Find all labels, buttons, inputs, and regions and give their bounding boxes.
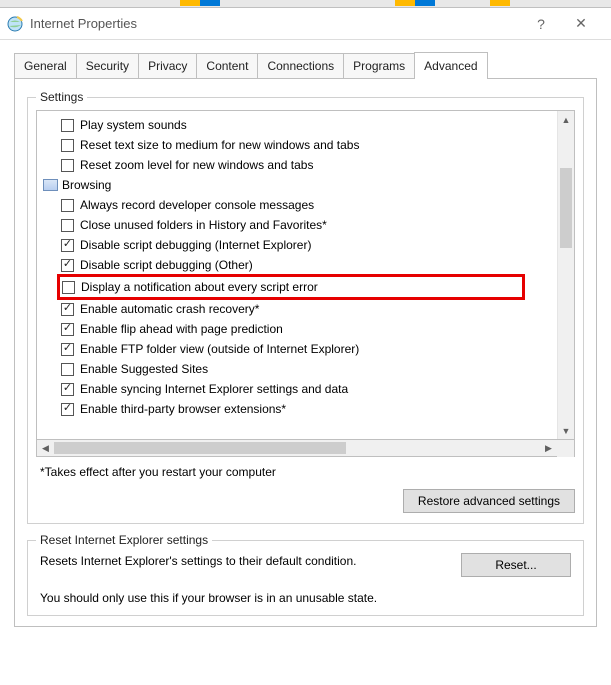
checkbox[interactable] <box>61 343 74 356</box>
window-title: Internet Properties <box>30 16 521 31</box>
reset-description: Resets Internet Explorer's settings to t… <box>40 553 441 569</box>
tab-advanced[interactable]: Advanced <box>414 52 487 79</box>
close-button[interactable]: ✕ <box>561 8 601 40</box>
restart-note: *Takes effect after you restart your com… <box>40 465 575 479</box>
checkbox[interactable] <box>61 159 74 172</box>
scroll-thumb[interactable] <box>54 442 346 454</box>
reset-group: Reset Internet Explorer settings Resets … <box>27 540 584 616</box>
tab-strip: General Security Privacy Content Connect… <box>14 52 597 79</box>
setting-category: Browsing <box>43 175 555 195</box>
setting-item[interactable]: Play system sounds <box>43 115 555 135</box>
scroll-corner <box>557 440 574 457</box>
tab-general[interactable]: General <box>14 53 77 78</box>
setting-item[interactable]: Reset text size to medium for new window… <box>43 135 555 155</box>
tab-connections[interactable]: Connections <box>257 53 344 78</box>
settings-group: Settings Play system sounds Reset text s… <box>27 97 584 524</box>
setting-item[interactable]: Enable automatic crash recovery* <box>43 299 555 319</box>
checkbox[interactable] <box>62 281 75 294</box>
setting-item[interactable]: Disable script debugging (Other) <box>43 255 555 275</box>
horizontal-scrollbar[interactable]: ◀ ▶ <box>36 440 575 457</box>
checkbox[interactable] <box>61 119 74 132</box>
setting-item[interactable]: Disable script debugging (Internet Explo… <box>43 235 555 255</box>
scroll-track[interactable] <box>558 128 574 422</box>
reset-button[interactable]: Reset... <box>461 553 571 577</box>
checkbox[interactable] <box>61 259 74 272</box>
checkbox[interactable] <box>61 199 74 212</box>
setting-item[interactable]: Always record developer console messages <box>43 195 555 215</box>
setting-item[interactable]: Enable FTP folder view (outside of Inter… <box>43 339 555 359</box>
vertical-scrollbar[interactable]: ▲ ▼ <box>557 111 574 439</box>
title-bar: Internet Properties ? ✕ <box>0 8 611 40</box>
checkbox[interactable] <box>61 403 74 416</box>
setting-item[interactable]: Enable Suggested Sites <box>43 359 555 379</box>
tab-security[interactable]: Security <box>76 53 139 78</box>
checkbox[interactable] <box>61 139 74 152</box>
setting-item[interactable]: Close unused folders in History and Favo… <box>43 215 555 235</box>
restore-advanced-button[interactable]: Restore advanced settings <box>403 489 575 513</box>
scroll-thumb[interactable] <box>560 168 572 248</box>
checkbox[interactable] <box>61 219 74 232</box>
setting-item[interactable]: Enable syncing Internet Explorer setting… <box>43 379 555 399</box>
highlight-box: Display a notification about every scrip… <box>57 274 525 300</box>
tab-privacy[interactable]: Privacy <box>138 53 197 78</box>
setting-item-highlighted[interactable]: Display a notification about every scrip… <box>62 277 522 297</box>
checkbox[interactable] <box>61 303 74 316</box>
reset-warning: You should only use this if your browser… <box>36 591 575 605</box>
scroll-right-icon[interactable]: ▶ <box>540 440 557 457</box>
setting-item[interactable]: Reset zoom level for new windows and tab… <box>43 155 555 175</box>
scroll-track[interactable] <box>54 440 540 456</box>
settings-list: Play system sounds Reset text size to me… <box>36 110 575 440</box>
checkbox[interactable] <box>61 383 74 396</box>
setting-item[interactable]: Enable flip ahead with page prediction <box>43 319 555 339</box>
checkbox[interactable] <box>61 239 74 252</box>
internet-options-icon <box>6 15 24 33</box>
scroll-left-icon[interactable]: ◀ <box>37 440 54 457</box>
tab-programs[interactable]: Programs <box>343 53 415 78</box>
scroll-down-icon[interactable]: ▼ <box>558 422 574 439</box>
checkbox[interactable] <box>61 323 74 336</box>
tab-content[interactable]: Content <box>196 53 258 78</box>
tab-panel-advanced: Settings Play system sounds Reset text s… <box>14 79 597 627</box>
setting-item[interactable]: Enable third-party browser extensions* <box>43 399 555 419</box>
settings-group-label: Settings <box>36 90 87 104</box>
category-icon <box>43 179 58 191</box>
scroll-up-icon[interactable]: ▲ <box>558 111 574 128</box>
reset-group-label: Reset Internet Explorer settings <box>36 533 212 547</box>
checkbox[interactable] <box>61 363 74 376</box>
help-button[interactable]: ? <box>521 8 561 40</box>
